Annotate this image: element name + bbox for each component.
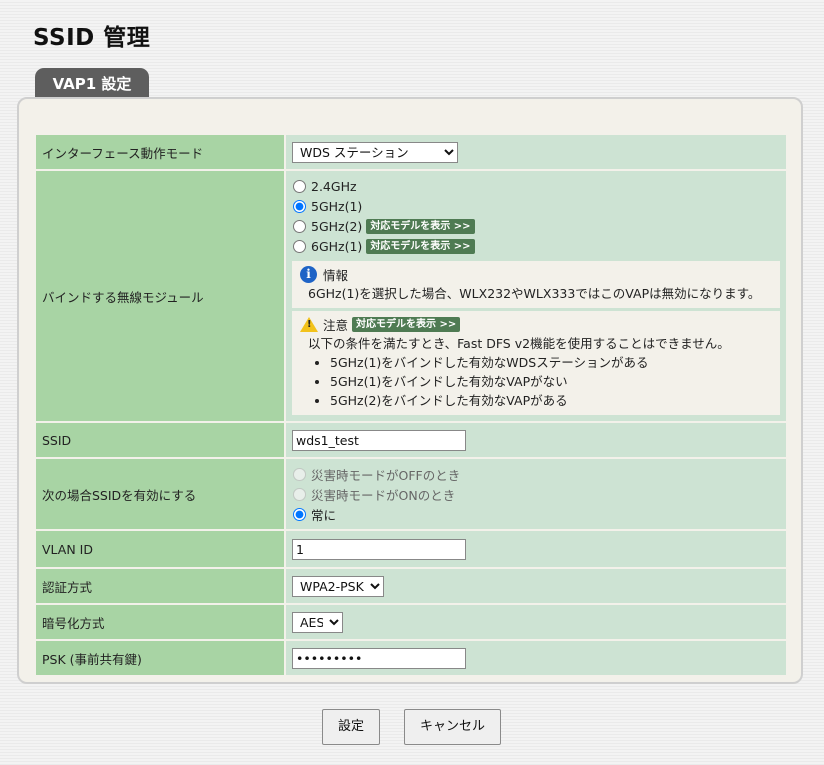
- vlan-id-label: VLAN ID: [34, 529, 286, 569]
- caution-text: 以下の条件を満たすとき、Fast DFS v2機能を使用することはできません。: [308, 336, 730, 351]
- row-vlan-id: VLAN ID: [34, 529, 788, 569]
- radio-always-label: 常に: [311, 507, 337, 523]
- radio-5ghz-2[interactable]: [293, 219, 306, 233]
- radio-disaster-on[interactable]: [293, 487, 306, 501]
- radio-5ghz-1-label: 5GHz(1): [311, 198, 363, 214]
- show-models-button-caution[interactable]: 対応モデルを表示 >>: [352, 317, 461, 332]
- tab-vap1-settings: VAP1 設定: [35, 68, 149, 98]
- ssid-label: SSID: [34, 421, 286, 459]
- radio-always[interactable]: [293, 507, 306, 521]
- radio-disaster-off[interactable]: [293, 467, 306, 481]
- row-psk: PSK (事前共有鍵): [34, 639, 788, 677]
- encryption-label: 暗号化方式: [34, 603, 286, 641]
- row-bind-module: バインドする無線モジュール 2.4GHz 5GHz(1) 5GHz(2) 対応モ…: [34, 169, 788, 423]
- row-interface-mode: インターフェース動作モード WDS ステーション: [34, 133, 788, 171]
- caution-title: 注意: [323, 318, 349, 333]
- auth-label: 認証方式: [34, 567, 286, 605]
- caution-item: 5GHz(2)をバインドした有効なVAPがある: [330, 391, 772, 410]
- radio-6ghz-1[interactable]: [293, 239, 306, 253]
- caution-item: 5GHz(1)をバインドした有効なVAPがない: [330, 372, 772, 391]
- bind-module-cell: 2.4GHz 5GHz(1) 5GHz(2) 対応モデルを表示 >> 6GHz(…: [284, 169, 788, 423]
- row-encryption: 暗号化方式 AES: [34, 603, 788, 641]
- row-ssid: SSID: [34, 421, 788, 459]
- warning-icon: !: [300, 317, 318, 332]
- radio-2-4ghz[interactable]: [293, 179, 306, 193]
- info-icon: i: [300, 266, 317, 283]
- psk-input[interactable]: [292, 647, 466, 669]
- info-box: i 情報 6GHz(1)を選択した場合、WLX232やWLX333ではこのVAP…: [292, 261, 780, 308]
- vlan-id-input[interactable]: [292, 538, 466, 560]
- radio-disaster-on-label: 災害時モードがONのとき: [311, 487, 456, 503]
- row-auth: 認証方式 WPA2-PSK: [34, 567, 788, 605]
- enable-ssid-cell: 災害時モードがOFFのとき 災害時モードがONのとき 常に: [284, 457, 788, 531]
- vlan-id-cell: [284, 529, 788, 569]
- radio-row-disaster-off: 災害時モードがOFFのとき: [292, 464, 780, 484]
- radio-row-5ghz-1: 5GHz(1): [292, 196, 780, 216]
- radio-row-disaster-on: 災害時モードがONのとき: [292, 484, 780, 504]
- auth-select[interactable]: WPA2-PSK: [292, 575, 384, 597]
- radio-row-always: 常に: [292, 504, 780, 524]
- ssid-input[interactable]: [292, 429, 466, 451]
- encryption-select[interactable]: AES: [292, 611, 343, 633]
- interface-mode-label: インターフェース動作モード: [34, 133, 286, 171]
- ssid-cell: [284, 421, 788, 459]
- radio-5ghz-1[interactable]: [293, 199, 306, 213]
- enable-ssid-label: 次の場合SSIDを有効にする: [34, 457, 286, 531]
- show-models-button-5ghz-2[interactable]: 対応モデルを表示 >>: [366, 218, 475, 234]
- radio-6ghz-1-label: 6GHz(1): [311, 238, 363, 254]
- radio-row-2-4ghz: 2.4GHz: [292, 176, 780, 196]
- caution-box: ! 注意 対応モデルを表示 >> 以下の条件を満たすとき、Fast DFS v2…: [292, 311, 780, 415]
- cancel-button[interactable]: キャンセル: [404, 709, 501, 745]
- radio-disaster-off-label: 災害時モードがOFFのとき: [311, 467, 461, 483]
- radio-row-6ghz-1: 6GHz(1) 対応モデルを表示 >>: [292, 236, 780, 256]
- save-button[interactable]: 設定: [322, 709, 380, 745]
- radio-5ghz-2-label: 5GHz(2): [311, 218, 363, 234]
- psk-cell: [284, 639, 788, 677]
- radio-2-4ghz-label: 2.4GHz: [311, 178, 357, 194]
- bind-module-label: バインドする無線モジュール: [34, 169, 286, 423]
- caution-item: 5GHz(1)をバインドした有効なWDSステーションがある: [330, 353, 772, 372]
- info-text: 6GHz(1)を選択した場合、WLX232やWLX333ではこのVAPは無効にな…: [308, 286, 761, 301]
- encryption-cell: AES: [284, 603, 788, 641]
- auth-cell: WPA2-PSK: [284, 567, 788, 605]
- settings-table: インターフェース動作モード WDS ステーション バインドする無線モジュール 2…: [34, 133, 788, 677]
- info-title: 情報: [323, 268, 349, 283]
- radio-row-5ghz-2: 5GHz(2) 対応モデルを表示 >>: [292, 216, 780, 236]
- row-enable-ssid: 次の場合SSIDを有効にする 災害時モードがOFFのとき 災害時モードがONのと…: [34, 457, 788, 531]
- show-models-button-6ghz-1[interactable]: 対応モデルを表示 >>: [366, 238, 475, 254]
- psk-label: PSK (事前共有鍵): [34, 639, 286, 677]
- page-title: SSID 管理: [33, 25, 151, 51]
- interface-mode-select[interactable]: WDS ステーション: [292, 141, 458, 163]
- interface-mode-cell: WDS ステーション: [284, 133, 788, 171]
- caution-list: 5GHz(1)をバインドした有効なWDSステーションがある 5GHz(1)をバイ…: [300, 353, 772, 410]
